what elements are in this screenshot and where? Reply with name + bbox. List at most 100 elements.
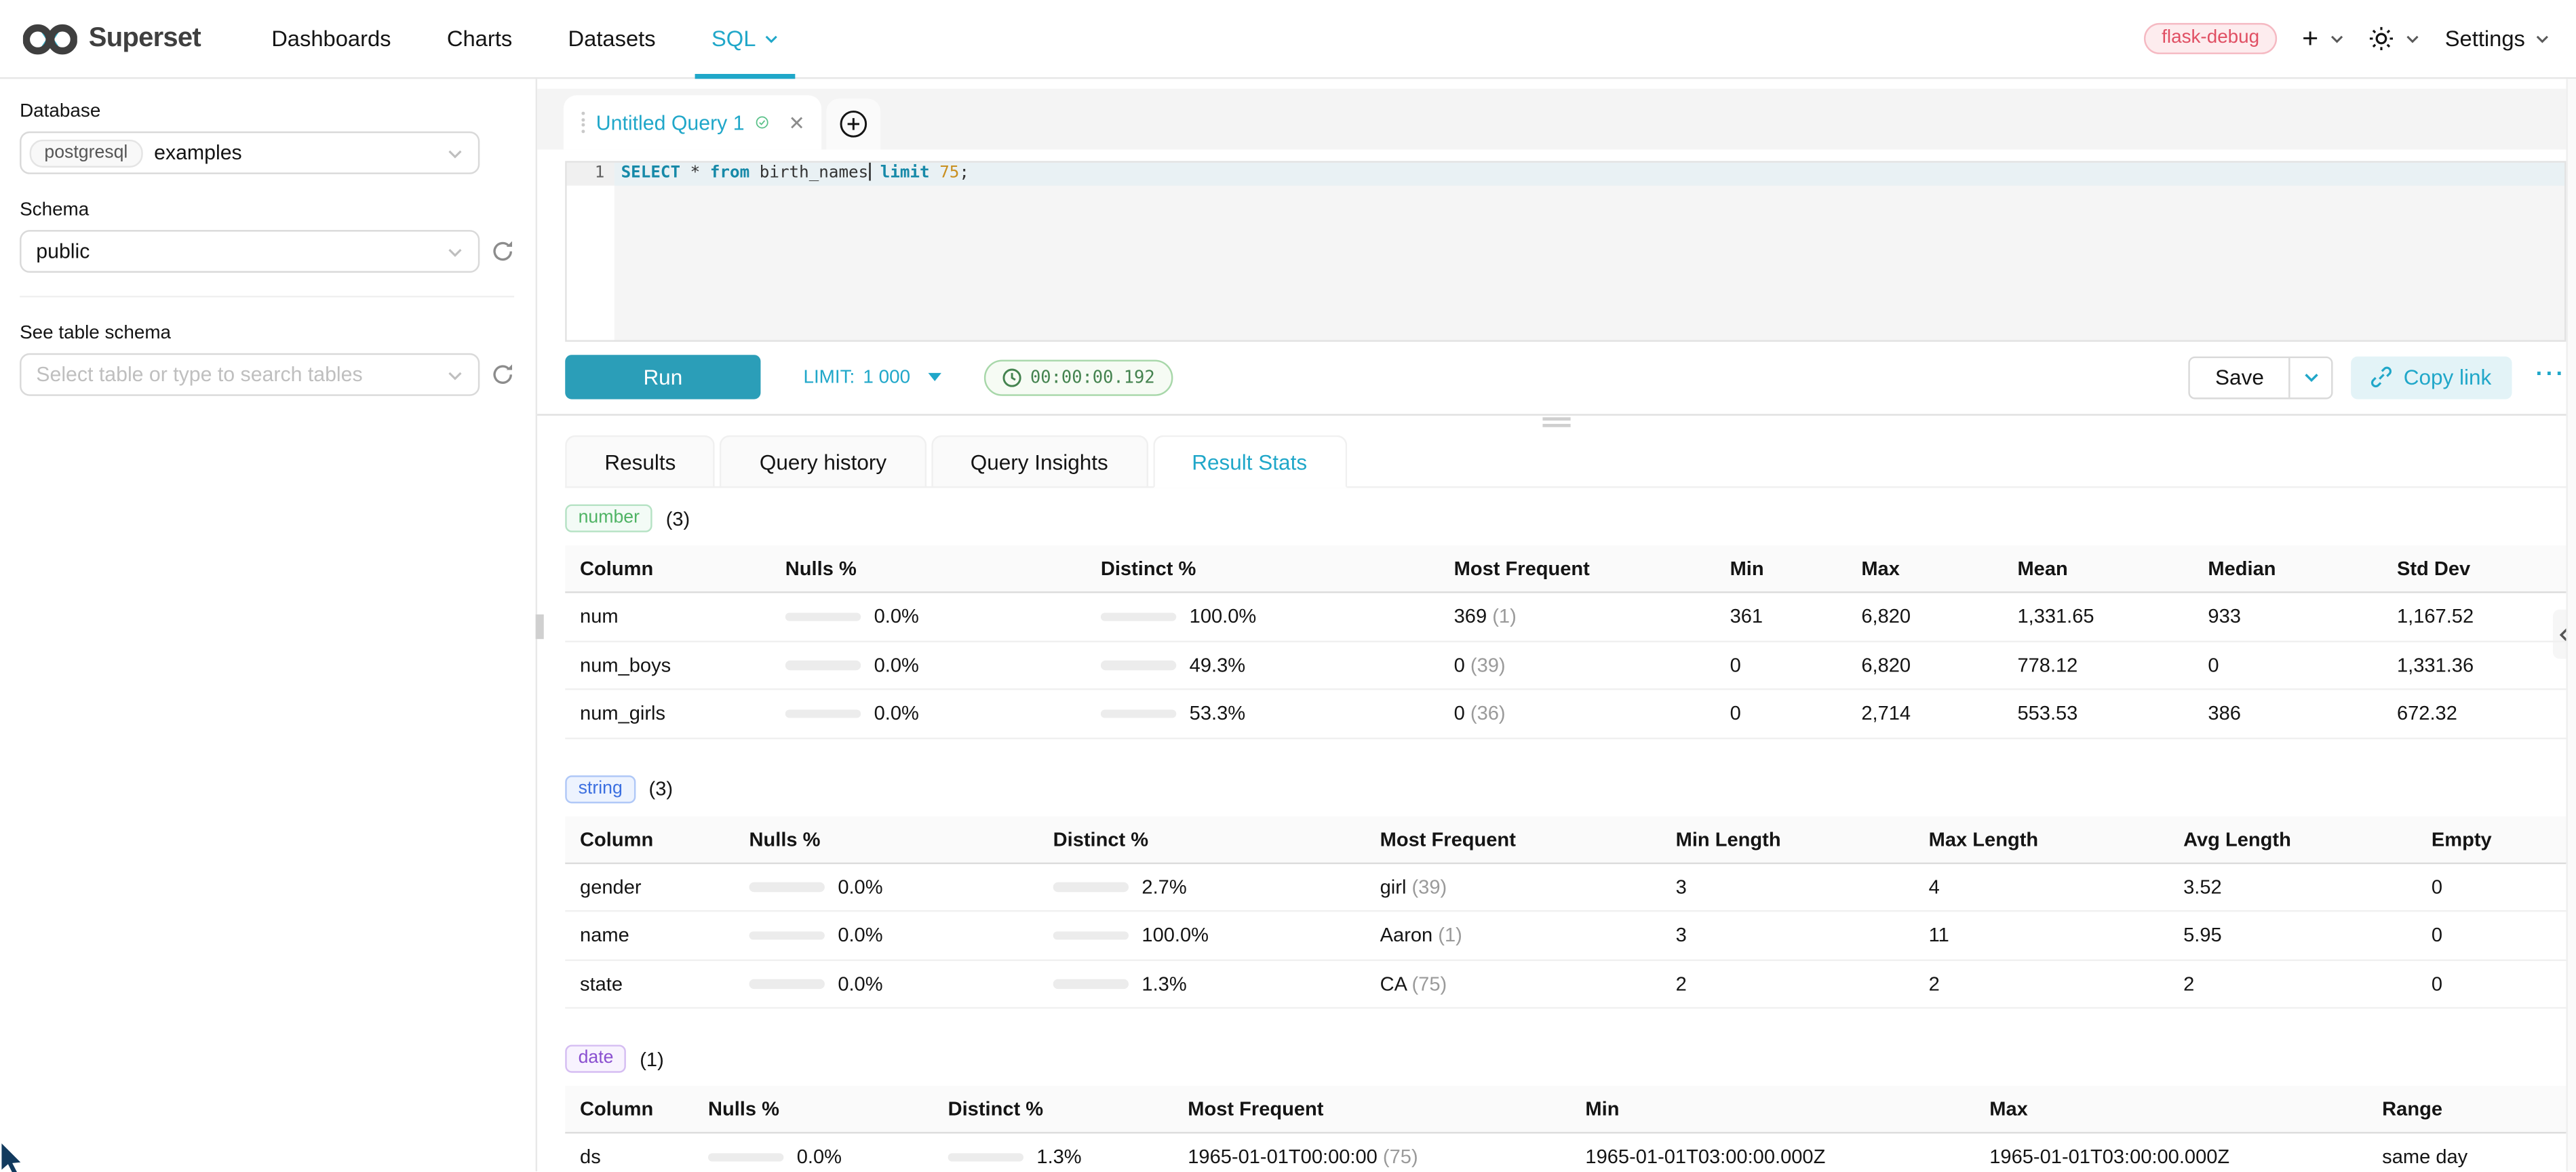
nav-item-dashboards[interactable]: Dashboards [243,0,419,78]
sql-code-editor[interactable]: 1 SELECT * from birth_names limit 75; [565,161,2566,341]
limit-dropdown[interactable]: LIMIT: 1 000 [803,367,941,387]
cell-std-dev: 1,167.52 [2397,605,2566,628]
save-options-button[interactable] [2288,357,2331,397]
frequent-value: 0 [1454,653,1465,676]
code-token: 75 [939,164,959,182]
type-badge-number: number [565,505,652,532]
superset-infinity-icon [23,20,77,56]
nav-item-datasets[interactable]: Datasets [540,0,683,78]
table-row: ds0.0%1.3%1965-01-01T00:00:00 (75)1965-0… [565,1133,2566,1172]
cell-nulls-: 0.0% [785,702,1101,725]
copy-link-button[interactable]: Copy link [2351,355,2511,398]
cell-min: 0 [1730,702,1862,725]
cell-max: 6,820 [1861,605,2017,628]
pane-resize-handle[interactable] [537,416,2576,429]
column-count: (3) [666,507,690,530]
frequent-count: (75) [1378,1146,1418,1169]
refresh-icon [491,240,514,263]
plus-circle-icon [840,110,867,138]
column-header-median: Median [2208,557,2397,580]
code-token: SELECT [621,164,681,182]
check-circle-icon [756,112,769,133]
copy-link-label: Copy link [2404,365,2492,389]
progress-bar [1053,882,1129,891]
refresh-schemas-button[interactable] [480,240,514,263]
panel-resize-handle[interactable] [536,614,544,639]
progress-bar [708,1152,783,1161]
cell-column: num_boys [565,653,785,676]
chevron-down-icon [2535,32,2550,45]
progress-bar [1053,979,1129,988]
cell-mean: 553.53 [2017,702,2208,725]
refresh-tables-button[interactable] [480,363,514,386]
sidebar-divider [20,296,514,297]
table-select[interactable]: Select table or type to search tables [20,353,480,396]
column-header-nulls-: Nulls % [749,827,1053,851]
scrollbar[interactable] [2566,79,2576,1172]
nav-item-charts[interactable]: Charts [419,0,541,78]
frequent-count: (36) [1465,702,1506,725]
database-value: examples [154,141,447,164]
chevron-down-icon [2303,370,2319,385]
settings-label: Settings [2445,26,2525,51]
section-header: string(3) [565,775,2566,802]
cell-max-length: 4 [1929,875,2183,898]
cell-empty: 0 [2432,924,2567,947]
superset-logo[interactable]: Superset [23,20,201,56]
drag-handle-icon[interactable] [581,112,584,132]
database-row: postgresql examples [20,132,514,174]
stats-table-number: ColumnNulls %Distinct %Most FrequentMinM… [565,545,2566,739]
link-icon [2370,366,2392,387]
progress-bar [1101,612,1176,621]
frequent-value: girl [1380,875,1407,898]
stats-section-date: date(1)ColumnNulls %Distinct %Most Frequ… [565,1045,2566,1172]
frequent-value: CA [1380,972,1407,995]
schema-select[interactable]: public [20,230,480,273]
settings-menu[interactable]: Settings [2445,26,2550,51]
query-tab[interactable]: Untitled Query 1 ✕ [564,95,821,149]
cell-most-frequent: 0 (36) [1454,702,1730,725]
save-button[interactable]: Save [2191,357,2288,397]
more-actions-button[interactable]: ··· [2536,359,2567,395]
cell-distinct-: 100.0% [1101,605,1454,628]
table-header-row: ColumnNulls %Distinct %Most FrequentMinM… [565,1086,2566,1133]
tab-result-stats[interactable]: Result Stats [1152,435,1346,488]
new-menu[interactable]: + [2302,24,2345,52]
tab-results[interactable]: Results [565,435,715,488]
database-select[interactable]: postgresql examples [20,132,480,174]
workspace: Database postgresql examples Schema publ… [0,79,2576,1172]
refresh-icon [491,363,514,386]
progress-bar [1101,661,1176,669]
tab-query-history[interactable]: Query history [720,435,926,488]
progress-bar [948,1152,1023,1161]
cell-mean: 1,331.65 [2017,605,2208,628]
percentage-value: 100.0% [1190,605,1257,628]
theme-menu[interactable] [2369,26,2420,51]
column-header-std-dev: Std Dev [2397,557,2566,580]
table-row: gender0.0%2.7%girl (39)343.520 [565,863,2566,912]
column-header-column: Column [565,1097,708,1120]
sun-icon [2369,26,2394,51]
section-header: number (3) [565,505,2566,532]
frequent-value: 1965-01-01T00:00:00 [1188,1146,1378,1169]
cell-nulls-: 0.0% [785,653,1101,676]
frequent-count: (75) [1406,972,1447,995]
cell-nulls-: 0.0% [749,875,1053,898]
environment-tag: flask-debug [2144,23,2278,54]
navbar-right: flask-debug + Settings [2144,23,2550,54]
progress-bar [1101,709,1176,718]
new-query-tab-button[interactable] [826,98,880,149]
column-header-column: Column [565,557,785,580]
nav-item-sql[interactable]: SQL [684,0,807,78]
stats-section-number: number (3) ColumnNulls %Distinct %Most Fre… [565,505,2566,739]
cell-nulls-: 0.0% [708,1146,948,1169]
run-button[interactable]: Run [565,355,760,399]
cell-min: 361 [1730,605,1862,628]
close-tab-icon[interactable]: ✕ [788,111,804,134]
plus-icon: + [2302,24,2318,52]
column-header-empty: Empty [2432,827,2567,851]
table-row: state0.0%1.3%CA (75)2220 [565,960,2566,1009]
tab-query-insights[interactable]: Query Insights [931,435,1148,488]
code-token: limit [880,164,930,182]
code-token [930,164,940,182]
